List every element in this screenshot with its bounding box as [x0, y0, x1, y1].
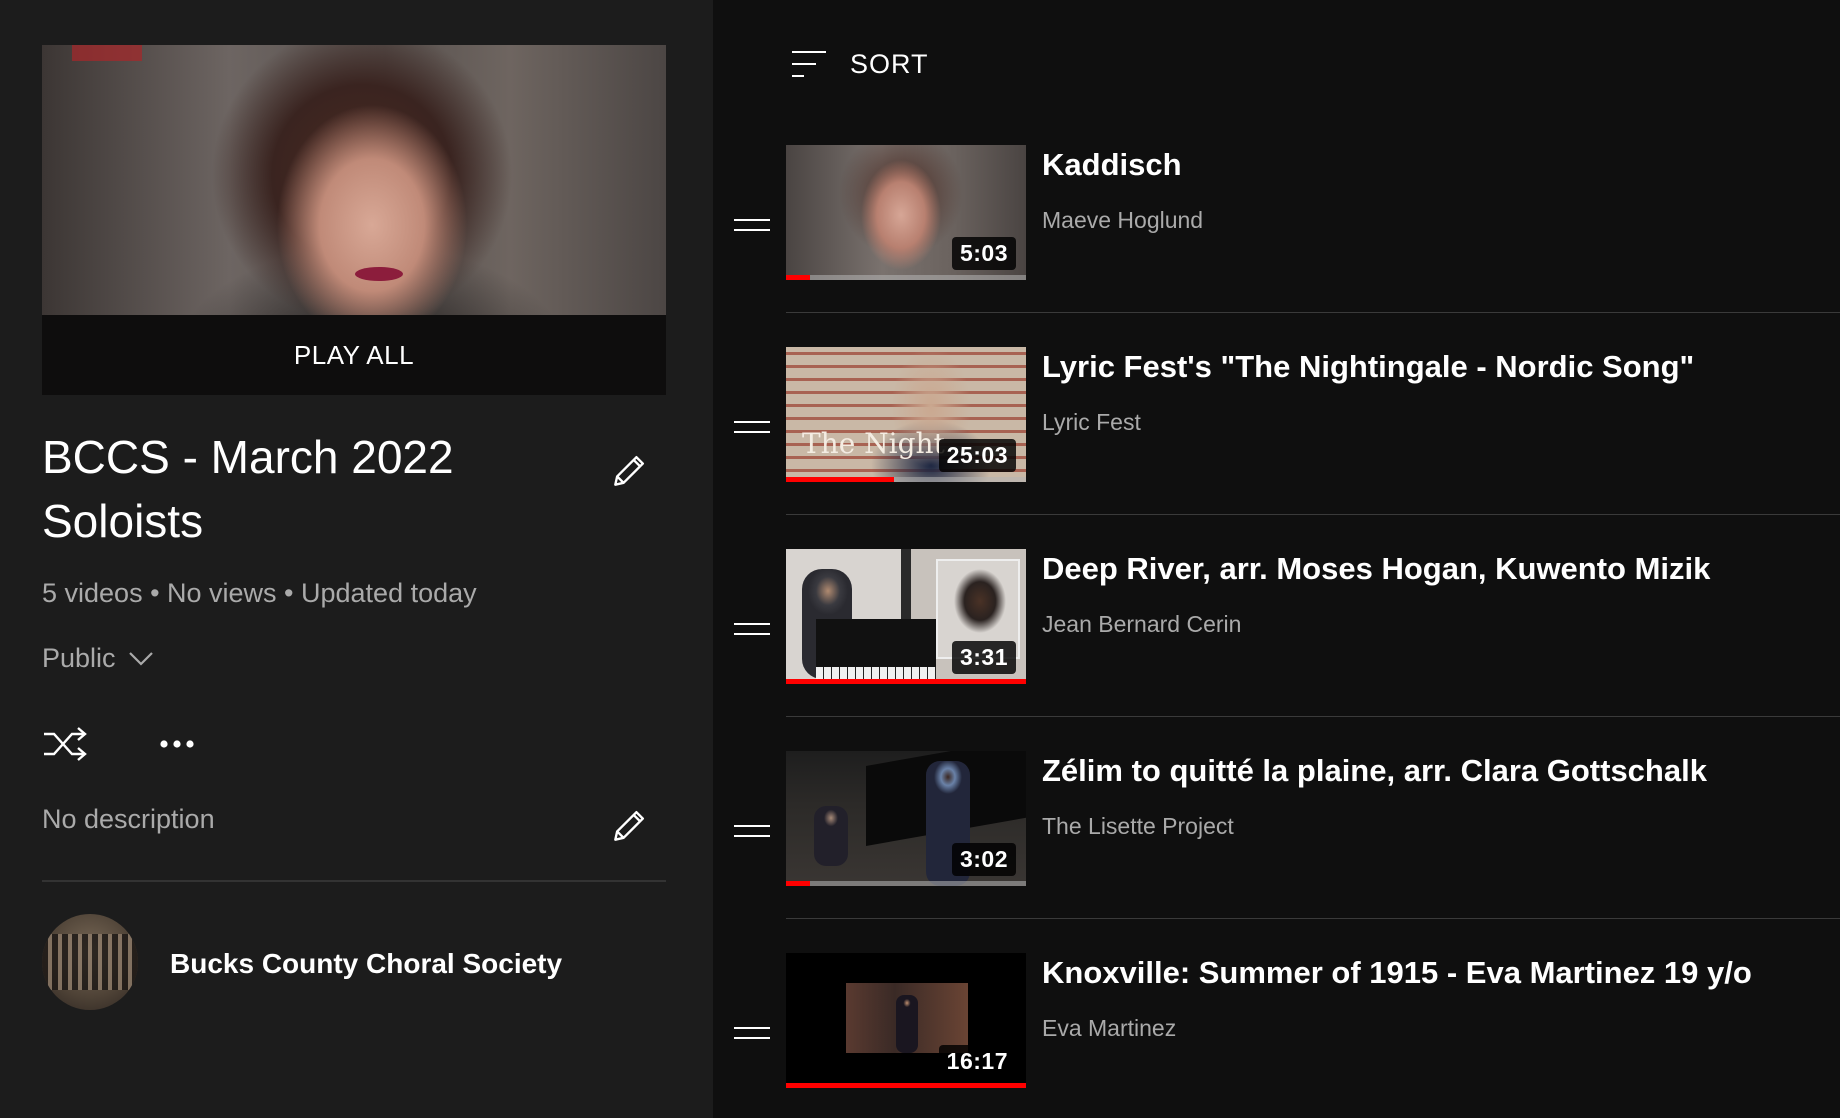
sort-lines-icon: [792, 51, 826, 77]
divider: [786, 312, 1840, 313]
playlist-video-item[interactable]: The Night 25:03 Lyric Fest's "The Nighti…: [720, 347, 1840, 549]
video-channel[interactable]: Maeve Hoglund: [1042, 207, 1203, 234]
duration-badge: 25:03: [938, 439, 1016, 472]
video-channel[interactable]: Eva Martinez: [1042, 1015, 1176, 1042]
drag-handle-icon[interactable]: [732, 417, 772, 437]
duration-badge: 5:03: [951, 237, 1016, 270]
divider: [786, 716, 1840, 717]
playlist-video-item[interactable]: 16:17 Knoxville: Summer of 1915 - Eva Ma…: [720, 953, 1840, 1118]
video-thumbnail[interactable]: 3:31: [786, 549, 1026, 684]
sort-label: SORT: [850, 48, 929, 79]
drag-handle-icon[interactable]: [732, 215, 772, 235]
playlist-header-panel: PLAY ALL BCCS - March 2022 Soloists 5 vi…: [0, 0, 713, 1118]
video-title[interactable]: Deep River, arr. Moses Hogan, Kuwento Mi…: [1042, 551, 1710, 587]
playlist-title: BCCS - March 2022 Soloists: [42, 431, 454, 547]
drag-handle-icon[interactable]: [732, 821, 772, 841]
video-channel[interactable]: Lyric Fest: [1042, 409, 1141, 436]
playlist-hero-thumbnail[interactable]: PLAY ALL: [42, 45, 666, 395]
more-horizontal-icon[interactable]: [158, 722, 198, 766]
playlist-description: No description: [42, 804, 215, 834]
play-all-button[interactable]: PLAY ALL: [42, 315, 666, 395]
video-thumbnail[interactable]: 3:02: [786, 751, 1026, 886]
hero-image: [42, 45, 666, 315]
duration-badge: 3:31: [951, 641, 1016, 674]
video-title[interactable]: Zélim to quitté la plaine, arr. Clara Go…: [1042, 753, 1707, 789]
watch-progress-bar: [786, 477, 894, 482]
video-channel[interactable]: The Lisette Project: [1042, 813, 1234, 840]
video-thumbnail[interactable]: The Night 25:03: [786, 347, 1026, 482]
playlist-video-item[interactable]: 3:02 Zélim to quitté la plaine, arr. Cla…: [720, 751, 1840, 953]
playlist-video-item[interactable]: 3:31 Deep River, arr. Moses Hogan, Kuwen…: [720, 549, 1840, 751]
divider: [42, 880, 666, 882]
divider: [786, 514, 1840, 515]
video-title[interactable]: Lyric Fest's "The Nightingale - Nordic S…: [1042, 349, 1694, 385]
watch-progress-bar: [786, 881, 810, 886]
video-title[interactable]: Kaddisch: [1042, 147, 1182, 183]
channel-name-link[interactable]: Bucks County Choral Society: [170, 948, 562, 980]
channel-avatar[interactable]: [42, 914, 138, 1010]
video-channel[interactable]: Jean Bernard Cerin: [1042, 611, 1241, 638]
duration-badge: 3:02: [951, 843, 1016, 876]
drag-handle-icon[interactable]: [732, 619, 772, 639]
video-thumbnail[interactable]: 5:03: [786, 145, 1026, 280]
watch-progress-bar: [786, 1083, 1026, 1088]
drag-handle-icon[interactable]: [732, 1023, 772, 1043]
divider: [786, 918, 1840, 919]
watch-progress-bar: [786, 275, 810, 280]
chevron-down-icon: [128, 651, 153, 666]
watch-progress-bar: [786, 679, 1026, 684]
duration-badge: 16:17: [938, 1045, 1016, 1078]
playlist-video-item[interactable]: 5:03 Kaddisch Maeve Hoglund: [720, 145, 1840, 347]
privacy-dropdown[interactable]: Public: [42, 643, 154, 674]
shuffle-icon[interactable]: [42, 722, 90, 766]
playlist-stats: 5 videos • No views • Updated today: [42, 578, 477, 608]
video-thumbnail[interactable]: 16:17: [786, 953, 1026, 1088]
play-all-label: PLAY ALL: [293, 339, 415, 370]
pencil-icon[interactable]: [608, 803, 652, 847]
pencil-icon[interactable]: [608, 448, 652, 492]
privacy-label: Public: [42, 643, 116, 673]
thumbnail-caption: The Night: [802, 427, 945, 460]
video-title[interactable]: Knoxville: Summer of 1915 - Eva Martinez…: [1042, 955, 1752, 991]
sort-button[interactable]: SORT: [790, 48, 929, 80]
